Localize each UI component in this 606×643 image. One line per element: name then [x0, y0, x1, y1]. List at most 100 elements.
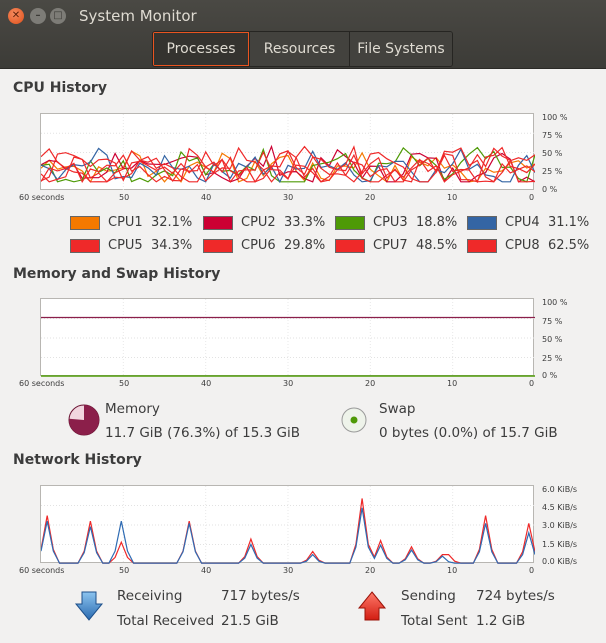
cpu-y-label-100: 100 %	[542, 113, 568, 122]
window-title: System Monitor	[79, 7, 197, 25]
mem-y-label-25: 25 %	[542, 354, 563, 363]
cpu7-label: CPU7	[373, 238, 408, 253]
cpu-history-graph	[40, 113, 535, 191]
cpu6-color-swatch[interactable]	[203, 238, 233, 253]
cpu7-legend: CPU7 48.5%	[335, 238, 457, 253]
cpu-y-label-75: 75 %	[542, 131, 563, 140]
receiving-arrow-icon[interactable]	[74, 590, 104, 622]
net-x-label-30: 30	[283, 566, 294, 575]
sending-label: Sending	[401, 588, 456, 604]
cpu5-label: CPU5	[108, 238, 143, 253]
cpu8-label: CPU8	[505, 238, 540, 253]
cpu8-value: 62.5%	[547, 238, 590, 253]
net-x-label-0: 0	[529, 566, 535, 575]
net-y-label-0: 0.0 KiB/s	[542, 557, 578, 566]
swap-usage-value: 0 bytes (0.0%) of 15.7 GiB	[379, 425, 558, 441]
view-tabs: Processes Resources File Systems	[152, 31, 453, 67]
cpu2-value: 33.3%	[283, 215, 326, 230]
mem-x-label-30: 30	[283, 379, 294, 388]
tab-processes[interactable]: Processes	[153, 32, 250, 66]
memory-pie-icon[interactable]	[67, 403, 101, 437]
swap-pie-icon[interactable]	[340, 406, 368, 434]
total-received-value: 21.5 GiB	[221, 613, 279, 629]
mem-x-label-40: 40	[201, 379, 212, 388]
net-x-label-20: 20	[365, 566, 376, 575]
cpu2-legend: CPU2 33.3%	[203, 215, 325, 230]
close-window-button[interactable]: ✕	[8, 8, 24, 24]
title-bar: ✕ – □ System Monitor Processes Resources…	[0, 0, 606, 69]
total-received-label: Total Received	[117, 613, 215, 629]
cpu3-label: CPU3	[373, 215, 408, 230]
cpu1-legend: CPU1 32.1%	[70, 215, 192, 230]
cpu8-legend: CPU8 62.5%	[467, 238, 589, 253]
cpu4-value: 31.1%	[547, 215, 590, 230]
cpu7-color-swatch[interactable]	[335, 238, 365, 253]
net-x-label-60: 60 seconds	[19, 566, 65, 575]
cpu3-value: 18.8%	[415, 215, 458, 230]
cpu7-value: 48.5%	[415, 238, 458, 253]
mem-x-label-0: 0	[529, 379, 535, 388]
cpu-x-label-60: 60 seconds	[19, 193, 65, 202]
net-y-label-15: 1.5 KiB/s	[542, 540, 578, 549]
memory-swap-history-graph	[40, 298, 535, 377]
tab-resources[interactable]: Resources	[250, 32, 350, 66]
mem-y-label-0: 0 %	[542, 371, 558, 380]
cpu4-legend: CPU4 31.1%	[467, 215, 589, 230]
network-history-title: Network History	[13, 452, 142, 468]
cpu-y-label-0: 0 %	[542, 185, 558, 194]
mem-x-label-50: 50	[119, 379, 130, 388]
cpu-x-label-0: 0	[529, 193, 535, 202]
cpu3-color-swatch[interactable]	[335, 215, 365, 230]
sending-arrow-icon[interactable]	[357, 590, 387, 622]
total-sent-value: 1.2 GiB	[476, 613, 526, 629]
cpu6-label: CPU6	[241, 238, 276, 253]
tab-file-systems[interactable]: File Systems	[350, 32, 452, 66]
cpu-x-label-10: 10	[447, 193, 458, 202]
cpu6-value: 29.8%	[283, 238, 326, 253]
memory-usage-value: 11.7 GiB (76.3%) of 15.3 GiB	[105, 425, 300, 441]
cpu8-color-swatch[interactable]	[467, 238, 497, 253]
net-y-label-45: 4.5 KiB/s	[542, 503, 578, 512]
sending-value: 724 bytes/s	[476, 588, 555, 604]
mem-x-label-20: 20	[365, 379, 376, 388]
cpu2-color-swatch[interactable]	[203, 215, 233, 230]
cpu4-label: CPU4	[505, 215, 540, 230]
net-x-label-40: 40	[201, 566, 212, 575]
cpu1-label: CPU1	[108, 215, 143, 230]
cpu-x-label-20: 20	[365, 193, 376, 202]
cpu-y-label-50: 50 %	[542, 149, 563, 158]
system-monitor-window: ✕ – □ System Monitor Processes Resources…	[0, 0, 606, 643]
maximize-window-button[interactable]: □	[50, 8, 66, 24]
mem-x-label-10: 10	[447, 379, 458, 388]
cpu-x-label-30: 30	[283, 193, 294, 202]
mem-y-label-50: 50 %	[542, 335, 563, 344]
network-history-graph	[40, 485, 535, 564]
cpu5-legend: CPU5 34.3%	[70, 238, 192, 253]
cpu1-value: 32.1%	[150, 215, 193, 230]
cpu6-legend: CPU6 29.8%	[203, 238, 325, 253]
memory-label: Memory	[105, 401, 160, 417]
net-x-label-10: 10	[447, 566, 458, 575]
cpu5-color-swatch[interactable]	[70, 238, 100, 253]
memory-swap-history-title: Memory and Swap History	[13, 266, 221, 282]
mem-y-label-100: 100 %	[542, 298, 568, 307]
cpu-y-label-25: 25 %	[542, 167, 563, 176]
cpu4-color-swatch[interactable]	[467, 215, 497, 230]
cpu2-label: CPU2	[241, 215, 276, 230]
sending-history-line	[41, 498, 535, 564]
cpu5-value: 34.3%	[150, 238, 193, 253]
cpu-x-label-40: 40	[201, 193, 212, 202]
minimize-window-button[interactable]: –	[30, 8, 46, 24]
mem-x-label-60: 60 seconds	[19, 379, 65, 388]
net-y-label-6: 6.0 KiB/s	[542, 485, 578, 494]
swap-label: Swap	[379, 401, 416, 417]
total-sent-label: Total Sent	[401, 613, 468, 629]
cpu-history-title: CPU History	[13, 80, 107, 96]
mem-y-label-75: 75 %	[542, 317, 563, 326]
receiving-value: 717 bytes/s	[221, 588, 300, 604]
cpu3-legend: CPU3 18.8%	[335, 215, 457, 230]
net-y-label-3: 3.0 KiB/s	[542, 521, 578, 530]
cpu-x-label-50: 50	[119, 193, 130, 202]
cpu1-color-swatch[interactable]	[70, 215, 100, 230]
net-x-label-50: 50	[119, 566, 130, 575]
